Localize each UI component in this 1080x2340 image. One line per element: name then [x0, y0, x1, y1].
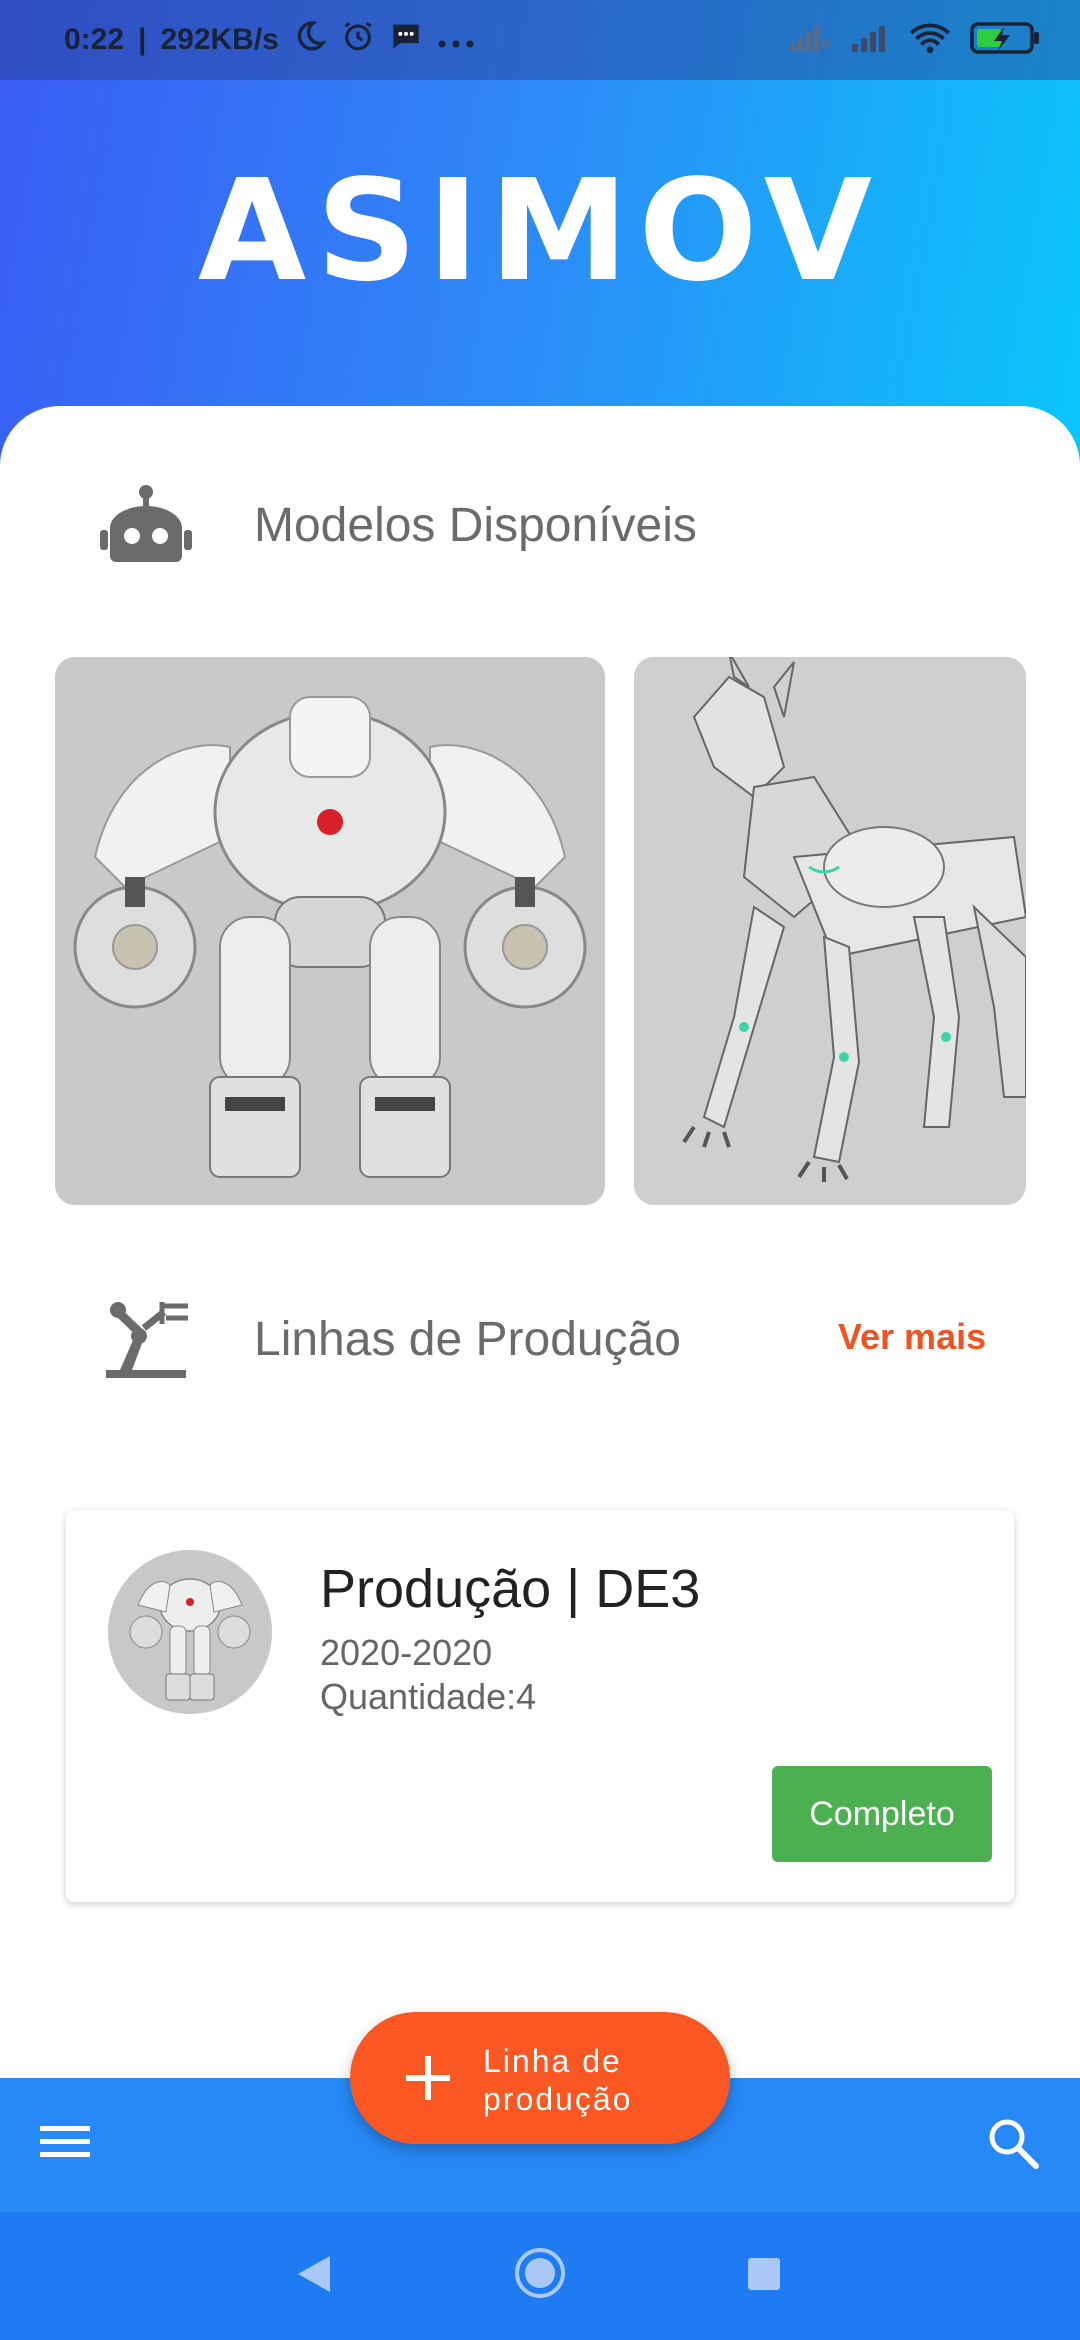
alarm-icon: [341, 19, 375, 61]
fab-label-line1: Linha de: [483, 2043, 622, 2079]
status-time: 0:22: [64, 23, 125, 56]
wifi-icon: [908, 21, 952, 60]
models-section-title: Modelos Disponíveis: [254, 499, 697, 552]
signal-x-icon: [788, 22, 832, 59]
message-icon: [389, 19, 423, 61]
search-icon[interactable]: [986, 2116, 1040, 2175]
fab-label-line2: produção: [483, 2081, 633, 2117]
signal-icon: [850, 22, 890, 59]
robot-icon: [98, 484, 194, 573]
see-more-link[interactable]: Ver mais: [838, 1316, 986, 1358]
home-icon[interactable]: [513, 2246, 567, 2305]
model-card-humanoid-robot[interactable]: [55, 657, 605, 1205]
robotic-arm-icon: [104, 1298, 190, 1385]
back-icon[interactable]: [296, 2254, 332, 2299]
production-line-card[interactable]: Produção | DE3 2020-2020 Quantidade:4 Co…: [66, 1510, 1014, 1902]
battery-charging-icon: [970, 21, 1040, 60]
production-title: Produção | DE3: [320, 1559, 701, 1619]
app-logo: ASIMOV: [197, 150, 883, 313]
production-section-title: Linhas de Produção: [254, 1313, 681, 1366]
status-network-speed: 292KB/s: [160, 23, 279, 56]
production-quantity: Quantidade:4: [320, 1676, 537, 1717]
model-card-robot-dog[interactable]: [634, 657, 1026, 1205]
moon-icon: [293, 19, 327, 61]
status-bar: 0:22 | 292KB/s: [0, 0, 1080, 80]
add-production-line-button[interactable]: Linha de produção: [350, 2012, 730, 2144]
production-avatar: [108, 1550, 272, 1714]
system-nav-bar: [0, 2212, 1080, 2340]
menu-icon[interactable]: [38, 2122, 92, 2167]
more-icon: [437, 23, 475, 57]
production-years: 2020-2020: [320, 1632, 493, 1673]
status-complete-button[interactable]: Completo: [772, 1766, 992, 1862]
recents-icon[interactable]: [746, 2256, 782, 2297]
plus-icon: [400, 2050, 456, 2106]
